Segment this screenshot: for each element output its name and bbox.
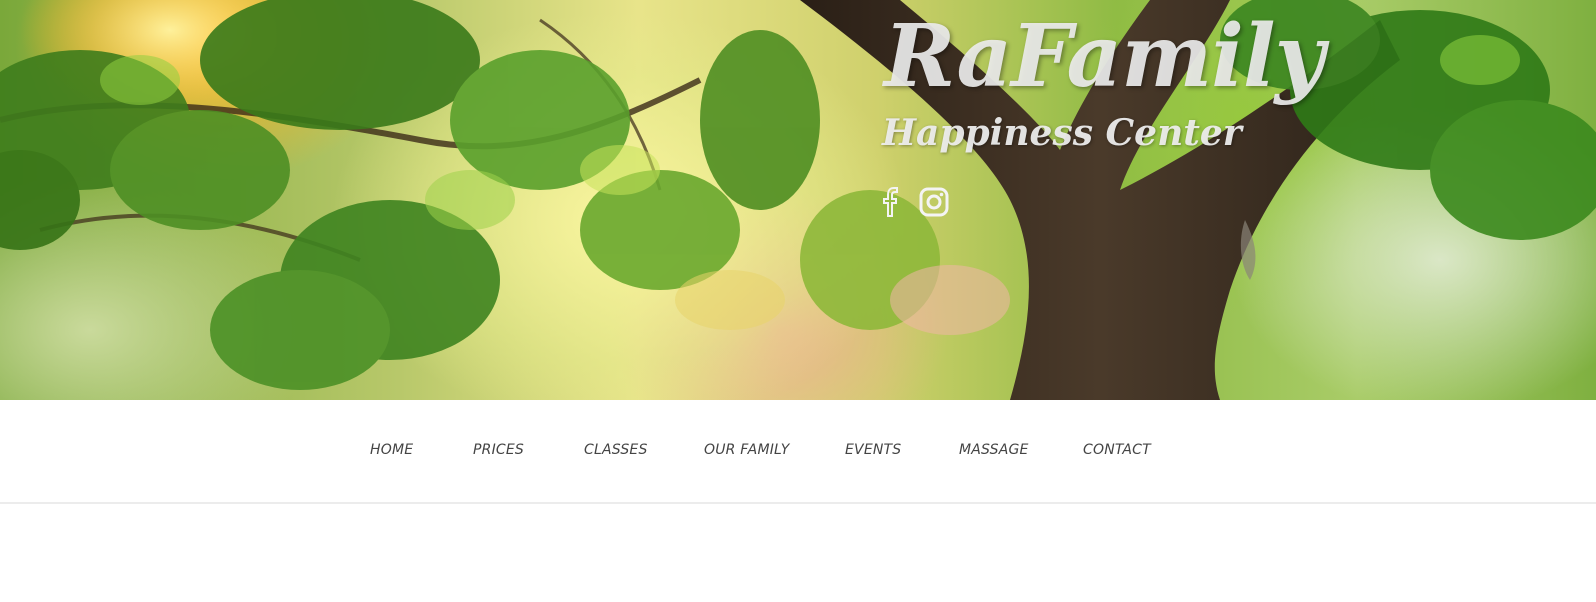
- hero-banner: RaFamily Happiness Center: [0, 0, 1596, 400]
- nav-prices[interactable]: PRICES: [473, 442, 524, 458]
- nav-massage[interactable]: MASSAGE: [959, 442, 1029, 458]
- social-links: [880, 186, 950, 222]
- instagram-icon: [919, 187, 949, 217]
- nav-home[interactable]: HOME: [370, 442, 413, 458]
- nav-contact[interactable]: CONTACT: [1083, 442, 1151, 458]
- nav-classes[interactable]: CLASSES: [584, 442, 648, 458]
- facebook-icon: [883, 187, 898, 217]
- site-title: RaFamily: [884, 6, 1325, 107]
- nav-our-family[interactable]: OUR FAMILY: [704, 442, 789, 458]
- site-subtitle: Happiness Center: [882, 112, 1242, 154]
- tree-background-image: [0, 0, 1596, 400]
- facebook-link[interactable]: [880, 186, 902, 222]
- main-navigation: HOME PRICES CLASSES OUR FAMILY EVENTS MA…: [0, 400, 1596, 504]
- instagram-link[interactable]: [918, 186, 950, 222]
- nav-events[interactable]: EVENTS: [845, 442, 901, 458]
